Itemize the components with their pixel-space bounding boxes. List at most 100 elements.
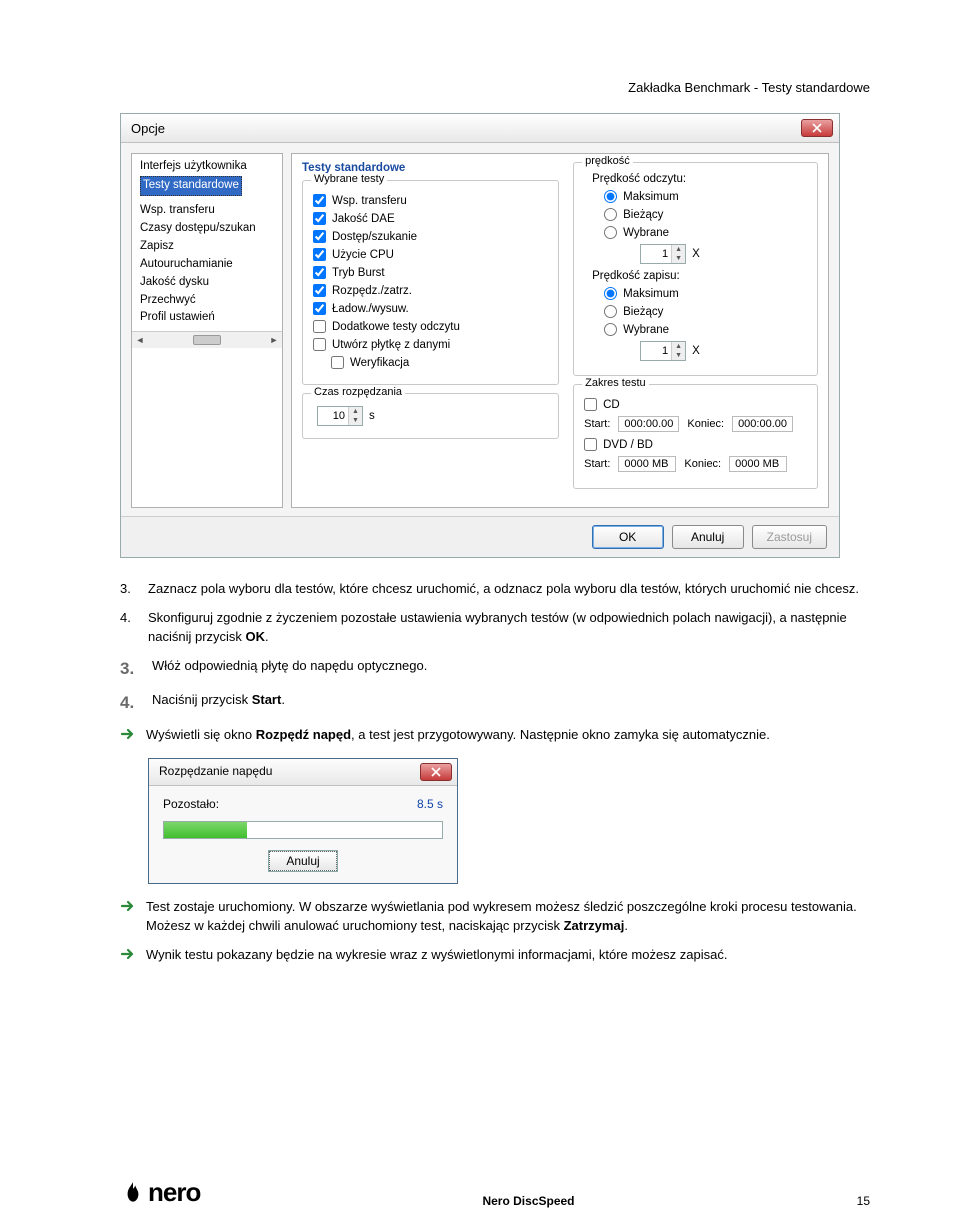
tree-item[interactable]: Profil ustawień xyxy=(140,309,278,327)
dvd-end-value[interactable]: 0000 MB xyxy=(729,456,787,472)
write-speed-spinner[interactable]: ▲▼ xyxy=(640,341,686,361)
test-row: Użycie CPU xyxy=(313,248,548,261)
speed-option-label: Wybrane xyxy=(623,227,669,239)
spinup-input[interactable] xyxy=(318,407,348,425)
cancel-button[interactable]: Anuluj xyxy=(269,851,336,871)
close-button[interactable] xyxy=(801,119,833,137)
close-icon xyxy=(812,123,822,133)
speed-option-row: Maksimum xyxy=(604,190,807,203)
spin-down-icon[interactable]: ▼ xyxy=(672,254,685,263)
spin-down-icon[interactable]: ▼ xyxy=(672,351,685,360)
progress-bar xyxy=(163,821,443,839)
tree-scrollbar[interactable]: ◄ ► xyxy=(132,331,282,348)
test-row: Ładow./wysuw. xyxy=(313,302,548,315)
dvd-end-label: Koniec: xyxy=(684,458,721,470)
cd-label: CD xyxy=(603,399,620,411)
read-speed-label: Prędkość odczytu: xyxy=(592,173,807,185)
scroll-thumb[interactable] xyxy=(193,335,221,345)
dvd-start-value[interactable]: 0000 MB xyxy=(618,456,676,472)
spin-down-icon[interactable]: ▼ xyxy=(349,416,362,425)
test-checkbox[interactable] xyxy=(313,248,326,261)
test-row: Dostęp/szukanie xyxy=(313,230,548,243)
speed-radio[interactable] xyxy=(604,208,617,221)
close-button[interactable] xyxy=(420,763,452,781)
cd-end-value[interactable]: 000:00.00 xyxy=(732,416,793,432)
tree-item[interactable]: Czasy dostępu/szukan xyxy=(140,220,278,238)
speed-group: prędkość Prędkość odczytu: MaksimumBieżą… xyxy=(573,162,818,376)
speed-option-label: Bieżący xyxy=(623,306,663,318)
tree-item[interactable]: Zapisz xyxy=(140,238,278,256)
tests-group-label: Wybrane testy xyxy=(311,173,387,185)
spinup-spinner[interactable]: ▲▼ xyxy=(317,406,363,426)
cancel-button[interactable]: Anuluj xyxy=(672,525,744,549)
spin-up-icon[interactable]: ▲ xyxy=(349,407,362,416)
spinup-group-label: Czas rozpędzania xyxy=(311,386,405,398)
product-name: Nero DiscSpeed xyxy=(482,1194,574,1208)
instructions: 3. Zaznacz pola wyboru dla testów, które… xyxy=(120,580,870,968)
nero-logo: nero xyxy=(120,1177,200,1208)
speed-radio[interactable] xyxy=(604,305,617,318)
speed-radio[interactable] xyxy=(604,226,617,239)
dvd-start-label: Start: xyxy=(584,458,610,470)
test-checkbox[interactable] xyxy=(313,194,326,207)
spinup-unit: s xyxy=(369,410,375,422)
step-text: Skonfiguruj zgodnie z życzeniem pozostał… xyxy=(148,609,870,647)
spinup-group: Czas rozpędzania ▲▼ s xyxy=(302,393,559,439)
read-speed-input[interactable] xyxy=(641,245,671,263)
write-speed-input[interactable] xyxy=(641,342,671,360)
result-text: Test zostaje uruchomiony. W obszarze wyś… xyxy=(146,898,857,936)
test-label: Jakość DAE xyxy=(332,213,395,225)
test-checkbox[interactable] xyxy=(331,356,344,369)
step-text: Naciśnij przycisk Start. xyxy=(152,691,285,716)
speed-radio[interactable] xyxy=(604,287,617,300)
arrow-right-icon xyxy=(120,726,136,748)
ok-button[interactable]: OK xyxy=(592,525,664,549)
tree-item[interactable]: Autouruchamianie xyxy=(140,256,278,274)
test-label: Utwórz płytkę z danymi xyxy=(332,339,450,351)
x-label: X xyxy=(692,248,700,260)
speed-radio[interactable] xyxy=(604,323,617,336)
test-checkbox[interactable] xyxy=(313,338,326,351)
tree-item[interactable]: Wsp. transferu xyxy=(140,202,278,220)
step-number-large: 3. xyxy=(120,657,142,682)
test-checkbox[interactable] xyxy=(313,302,326,315)
test-row: Jakość DAE xyxy=(313,212,548,225)
dvd-checkbox[interactable] xyxy=(584,438,597,451)
cd-checkbox[interactable] xyxy=(584,398,597,411)
test-label: Wsp. transferu xyxy=(332,195,407,207)
dialog-title: Opcje xyxy=(131,121,165,136)
tree-item[interactable]: Przechwyć xyxy=(140,292,278,310)
read-speedei-spinner[interactable]: ▲▼ xyxy=(640,244,686,264)
test-label: Dodatkowe testy odczytu xyxy=(332,321,460,333)
speed-option-row: Bieżący xyxy=(604,208,807,221)
spin-up-icon[interactable]: ▲ xyxy=(672,245,685,254)
apply-button[interactable]: Zastosuj xyxy=(752,525,827,549)
remaining-value: 8.5 s xyxy=(417,796,443,813)
speed-option-label: Wybrane xyxy=(623,324,669,336)
tree-item[interactable]: Interfejs użytkownika xyxy=(140,158,278,176)
test-checkbox[interactable] xyxy=(313,266,326,279)
test-checkbox[interactable] xyxy=(313,320,326,333)
test-checkbox[interactable] xyxy=(313,230,326,243)
cd-start-label: Start: xyxy=(584,418,610,430)
scroll-left-icon[interactable]: ◄ xyxy=(132,335,148,345)
test-checkbox[interactable] xyxy=(313,212,326,225)
cd-end-label: Koniec: xyxy=(687,418,724,430)
speed-radio[interactable] xyxy=(604,190,617,203)
test-label: Użycie CPU xyxy=(332,249,394,261)
result-text: Wynik testu pokazany będzie na wykresie … xyxy=(146,946,727,968)
spinup-dialog: Rozpędzanie napędu Pozostało: 8.5 s Anul… xyxy=(148,758,458,884)
spin-up-icon[interactable]: ▲ xyxy=(672,342,685,351)
tree-item[interactable]: Testy standardowe xyxy=(140,176,242,196)
step-number: 3. xyxy=(120,580,138,599)
dialog-titlebar: Opcje xyxy=(121,114,839,143)
tree-item[interactable]: Jakość dysku xyxy=(140,274,278,292)
remaining-label: Pozostało: xyxy=(163,796,219,813)
scroll-right-icon[interactable]: ► xyxy=(266,335,282,345)
test-checkbox[interactable] xyxy=(313,284,326,297)
test-label: Ładow./wysuw. xyxy=(332,303,409,315)
step-text: Zaznacz pola wyboru dla testów, które ch… xyxy=(148,580,859,599)
cd-start-value[interactable]: 000:00.00 xyxy=(618,416,679,432)
nav-tree[interactable]: Interfejs użytkownikaTesty standardowe Ws… xyxy=(131,153,283,508)
test-row: Rozpędz./zatrz. xyxy=(313,284,548,297)
